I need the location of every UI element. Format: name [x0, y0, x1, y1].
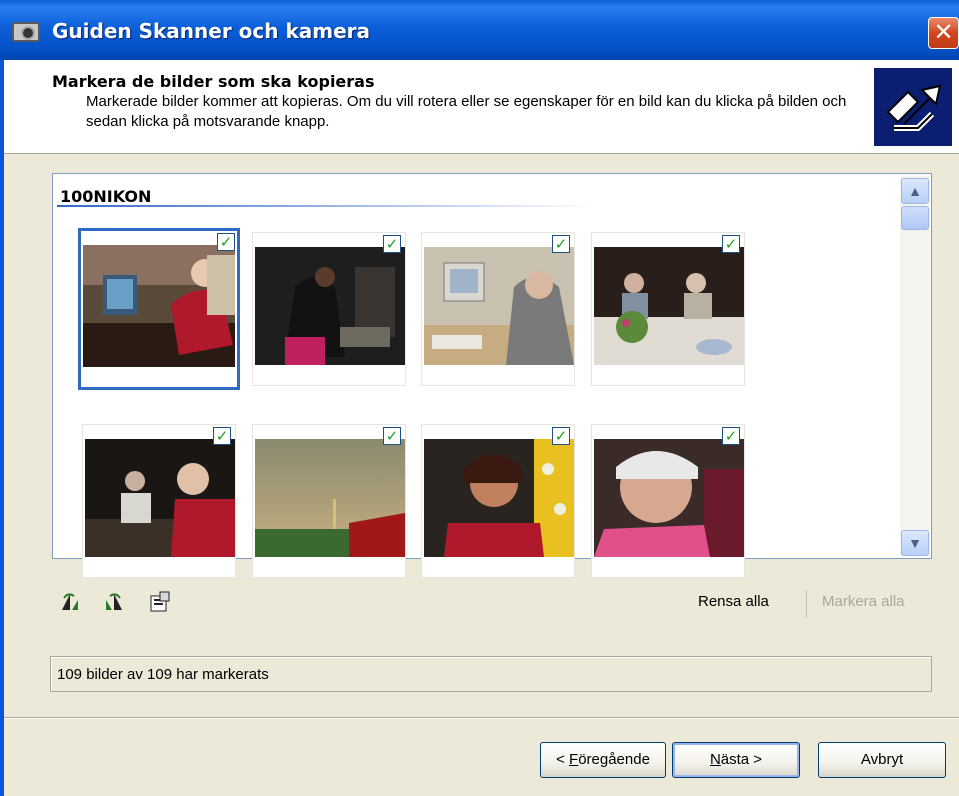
- wizard-header: Markera de bilder som ska kopieras Marke…: [4, 60, 959, 154]
- thumbnail-5[interactable]: ✓: [82, 424, 236, 578]
- status-text: 109 bilder av 109 har markerats: [57, 666, 269, 683]
- back-button[interactable]: < Föregående: [540, 742, 666, 778]
- photo-image: [255, 247, 405, 365]
- thumbnail-1[interactable]: ✓: [78, 228, 240, 390]
- photo-image: [424, 247, 574, 365]
- mark-all-link: Markera alla: [822, 593, 905, 610]
- photo-image: [255, 439, 405, 557]
- selection-status: 109 bilder av 109 har markerats: [50, 656, 932, 692]
- page-description: Markerade bilder kommer att kopieras. Om…: [86, 93, 847, 130]
- footer-divider: [4, 717, 959, 719]
- scroll-up-button[interactable]: ▲: [901, 178, 929, 204]
- photo-image: [85, 439, 235, 557]
- scroll-thumb[interactable]: [901, 206, 929, 230]
- window-title: Guiden Skanner och kamera: [52, 19, 371, 43]
- title-bar[interactable]: Guiden Skanner och kamera: [0, 0, 959, 60]
- scroll-down-button[interactable]: ▼: [901, 530, 929, 556]
- cancel-button[interactable]: Avbryt: [818, 742, 946, 778]
- folder-group-title: 100NIKON: [60, 187, 152, 206]
- photo-image: [424, 439, 574, 557]
- checkbox[interactable]: ✓: [552, 235, 570, 253]
- checkbox[interactable]: ✓: [383, 235, 401, 253]
- photo-image: [594, 247, 744, 365]
- page-title: Markera de bilder som ska kopieras: [52, 72, 375, 91]
- close-button[interactable]: ✕: [928, 17, 959, 49]
- checkbox[interactable]: ✓: [217, 233, 235, 251]
- photo-image: [83, 245, 235, 367]
- next-button[interactable]: Nästa >: [672, 742, 800, 778]
- thumbnail-4[interactable]: ✓: [591, 232, 745, 386]
- vertical-scrollbar[interactable]: [900, 176, 930, 556]
- rotate-right-icon[interactable]: [102, 590, 126, 614]
- rotate-left-icon[interactable]: [58, 590, 82, 614]
- thumbnail-2[interactable]: ✓: [252, 232, 406, 386]
- window-frame: [0, 60, 4, 796]
- properties-icon[interactable]: [148, 590, 172, 614]
- checkbox[interactable]: ✓: [552, 427, 570, 445]
- clear-all-link[interactable]: Rensa alla: [698, 593, 769, 610]
- checkbox[interactable]: ✓: [213, 427, 231, 445]
- toolbar-separator: [806, 590, 807, 618]
- thumbnail-7[interactable]: ✓: [421, 424, 575, 578]
- group-divider: [57, 205, 597, 207]
- checkbox[interactable]: ✓: [722, 427, 740, 445]
- camera-icon: [12, 22, 40, 42]
- photo-image: [594, 439, 744, 557]
- thumbnail-3[interactable]: ✓: [421, 232, 575, 386]
- checkbox[interactable]: ✓: [722, 235, 740, 253]
- thumbnail-6[interactable]: ✓: [252, 424, 406, 578]
- wizard-logo-icon: [874, 68, 952, 146]
- checkbox[interactable]: ✓: [383, 427, 401, 445]
- thumbnail-8[interactable]: ✓: [591, 424, 745, 578]
